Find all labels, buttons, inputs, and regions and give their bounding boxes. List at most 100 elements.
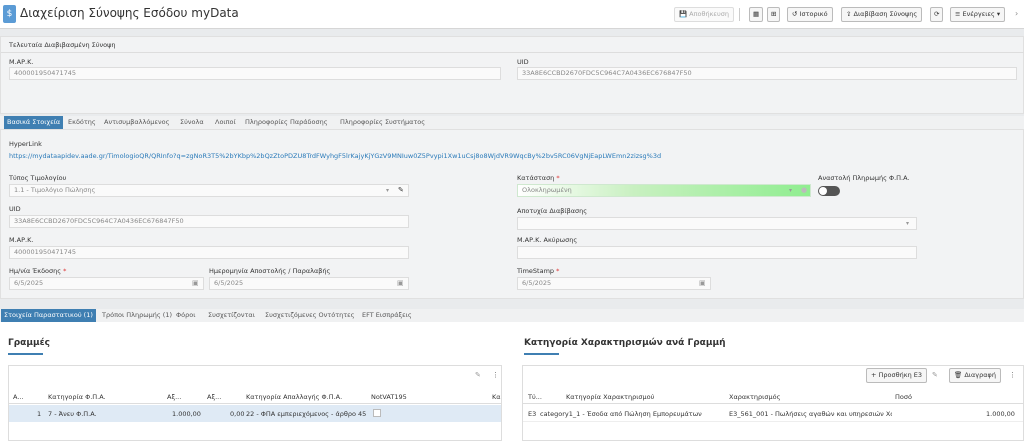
- detail-tabs: Στοιχεία Παραστατικού (1) Τρόποι Πληρωμή…: [0, 309, 1024, 322]
- tab-delivery[interactable]: Πληροφορίες Παράδοσης: [245, 116, 328, 129]
- status-field[interactable]: Ολοκληρωμένη: [517, 184, 811, 197]
- hyperlink-label: HyperLink: [9, 140, 42, 148]
- fail-select[interactable]: [517, 217, 917, 230]
- refresh-button[interactable]: ⟳: [930, 7, 944, 22]
- tab-taxes[interactable]: Φόροι: [176, 309, 195, 322]
- tab-other[interactable]: Λοιποί: [215, 116, 236, 129]
- toggle-knob: [819, 187, 827, 195]
- col-more[interactable]: Κα: [492, 393, 501, 401]
- col-net-value[interactable]: Αξ...: [167, 393, 181, 401]
- tab-doc-details[interactable]: Στοιχεία Παραστατικού (1): [1, 309, 96, 322]
- tab-eft[interactable]: EFT Εισπράξεις: [362, 309, 412, 322]
- last-sent-title: Τελευταία Διαβιβασμένη Σύνοψη: [9, 41, 116, 49]
- page-title: Διαχείριση Σύνοψης Εσόδου myData: [20, 6, 239, 20]
- tab-basic[interactable]: Βασικά Στοιχεία: [4, 116, 64, 129]
- dispatch-date-label: Ημερομηνία Αποστολής / Παραλαβής: [209, 267, 331, 275]
- edit-icon[interactable]: ✎: [475, 371, 481, 379]
- doc-type-select[interactable]: 1.1 - Τιμολόγιο Πώλησης: [9, 184, 409, 197]
- lines-title: Γραμμές: [8, 338, 50, 348]
- cell-classification: E3_561_001 - Πωλήσεις αγαθών και υπηρεσι…: [729, 410, 892, 418]
- cell-amount: 1.000,00: [986, 410, 1015, 418]
- basic-info-panel: HyperLink https://mydataapidev.aade.gr/T…: [0, 129, 1024, 299]
- timestamp-field[interactable]: 6/5/2025: [517, 277, 711, 290]
- col-amount[interactable]: Ποσό: [895, 393, 912, 401]
- col-vat-category[interactable]: Κατηγορία Φ.Π.Α.: [48, 393, 106, 401]
- uid-label: UID: [9, 205, 21, 213]
- more-icon[interactable]: ⋮: [492, 371, 499, 379]
- grid-view-button[interactable]: ▦: [749, 7, 764, 22]
- edit-icon[interactable]: ✎: [398, 186, 404, 194]
- uid-field: 33A8E6CCBD2670FDC5C964C7A0436EC676847F50: [9, 215, 409, 228]
- issue-date-label-text: Ημ/νία Έκδοσης: [9, 267, 62, 275]
- col-vat-exemption[interactable]: Κατηγορία Απαλλαγής Φ.Π.Α.: [246, 393, 342, 401]
- grid-icon: ⊞: [771, 10, 777, 18]
- save-button[interactable]: 💾 Αποθήκευση: [674, 7, 734, 22]
- read-summary-label: Διαβίβαση Σύνοψης: [853, 10, 918, 18]
- cancel-mark-label: Μ.ΑΡ.Κ. Ακύρωσης: [517, 236, 578, 244]
- layout-button[interactable]: ⊞: [767, 7, 781, 22]
- chevron-right-icon[interactable]: ›: [1015, 9, 1018, 18]
- tab-issuer[interactable]: Εκδότης: [68, 116, 96, 129]
- upload-icon: ⇪: [846, 10, 852, 18]
- notvat-checkbox[interactable]: [373, 409, 381, 417]
- cell-vat-category: 7 - Άνευ Φ.Π.Α.: [48, 410, 97, 418]
- hyperlink-value[interactable]: https://mydataapidev.aade.gr/TimologioQR…: [9, 152, 1019, 160]
- last-uid-label: UID: [517, 58, 529, 66]
- read-summary-button[interactable]: ⇪ Διαβίβαση Σύνοψης: [841, 7, 923, 22]
- lines-title-underline: [8, 353, 43, 355]
- main-tabs: Βασικά Στοιχεία Εκδότης Αντισυμβαλλόμενο…: [0, 116, 1024, 129]
- required-mark: *: [63, 267, 67, 275]
- more-icon[interactable]: ⋮: [1009, 371, 1016, 379]
- issue-date-field[interactable]: 6/5/2025: [9, 277, 204, 290]
- status-label: Κατάσταση *: [517, 174, 560, 182]
- last-mark-field: 400001950471745: [9, 67, 501, 80]
- calendar-icon[interactable]: ▣: [699, 279, 706, 287]
- plus-icon: +: [871, 371, 877, 379]
- calendar-icon[interactable]: ▣: [397, 279, 404, 287]
- col-vat-value[interactable]: Αξ...: [207, 393, 221, 401]
- table-row[interactable]: E3 category1_1 - Έσοδα από Πώληση Εμπορε…: [523, 405, 1023, 422]
- table-row[interactable]: 1 7 - Άνευ Φ.Π.Α. 1.000,00 0,00 22 - ΦΠΑ…: [9, 405, 501, 422]
- table-icon: ▦: [753, 10, 760, 18]
- doc-type-label: Τύπος Τιμολογίου: [9, 174, 67, 182]
- col-class-category[interactable]: Κατηγορία Χαρακτηρισμού: [566, 393, 654, 401]
- tab-system[interactable]: Πληροφορίες Συστήματος: [340, 116, 425, 129]
- add-e3-button[interactable]: + Προσθήκη E3: [866, 368, 927, 383]
- actions-button[interactable]: ≡ Ενέργειες ▾: [950, 7, 1006, 22]
- col-notvat195[interactable]: NotVAT195: [371, 393, 407, 401]
- chevron-down-icon[interactable]: ▾: [386, 187, 389, 194]
- chevron-down-icon[interactable]: ▾: [906, 220, 909, 227]
- clear-icon[interactable]: ●: [801, 186, 807, 194]
- lines-grid: ✎ ⋮ Α... Κατηγορία Φ.Π.Α. Αξ... Αξ... Κα…: [8, 365, 502, 441]
- divider: [1, 52, 1024, 53]
- caret-down-icon: ▾: [996, 10, 1001, 18]
- col-classification[interactable]: Χαρακτηρισμός: [729, 393, 780, 401]
- vat-suspend-toggle[interactable]: [818, 186, 840, 196]
- dispatch-date-field[interactable]: 6/5/2025: [209, 277, 409, 290]
- cancel-mark-field[interactable]: [517, 246, 917, 259]
- cell-class-category: category1_1 - Έσοδα από Πώληση Εμπορευμά…: [540, 410, 702, 418]
- tab-related[interactable]: Συσχετίζονται: [208, 309, 255, 322]
- edit-icon[interactable]: ✎: [932, 371, 938, 379]
- chevron-down-icon[interactable]: ▾: [789, 187, 792, 194]
- tab-related-entities[interactable]: Συσχετιζόμενες Οντότητες: [265, 309, 354, 322]
- tab-counterpart[interactable]: Αντισυμβαλλόμενος: [104, 116, 169, 129]
- history-button[interactable]: ↺ Ιστορικό: [787, 7, 833, 22]
- delete-label: Διαγραφή: [964, 371, 996, 379]
- app-icon: $: [3, 5, 16, 23]
- cell-net-value: 1.000,00: [172, 410, 201, 418]
- classifications-header-row: Τύ... Κατηγορία Χαρακτηρισμού Χαρακτηρισ…: [523, 389, 1023, 404]
- last-mark-label: Μ.ΑΡ.Κ.: [9, 58, 34, 66]
- timestamp-label: TimeStamp *: [517, 267, 559, 275]
- lines-header-row: Α... Κατηγορία Φ.Π.Α. Αξ... Αξ... Κατηγο…: [9, 389, 501, 404]
- calendar-icon[interactable]: ▣: [192, 279, 199, 287]
- tab-payment-methods[interactable]: Τρόποι Πληρωμής (1): [102, 309, 172, 322]
- delete-button[interactable]: 🗑 Διαγραφή: [949, 368, 1001, 383]
- save-label: Αποθήκευση: [689, 10, 729, 18]
- last-uid-field: 33A8E6CCBD2670FDC5C964C7A0436EC676847F50: [517, 67, 1017, 80]
- col-a[interactable]: Α...: [13, 393, 24, 401]
- col-type[interactable]: Τύ...: [528, 393, 542, 401]
- tab-totals[interactable]: Σύνολα: [180, 116, 204, 129]
- issue-date-label: Ημ/νία Έκδοσης *: [9, 267, 66, 275]
- classifications-grid: + Προσθήκη E3 ✎ 🗑 Διαγραφή ⋮ Τύ... Κατηγ…: [522, 365, 1024, 441]
